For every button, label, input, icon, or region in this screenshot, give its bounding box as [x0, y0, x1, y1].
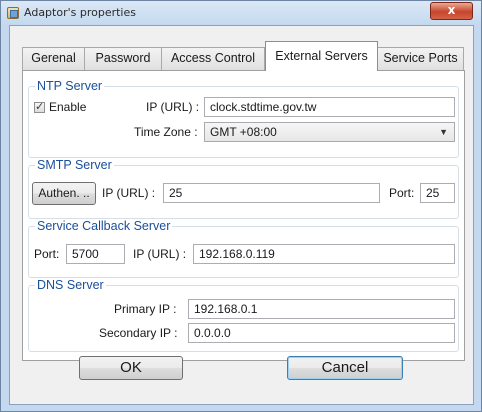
- smtp-port-label: Port:: [389, 186, 415, 200]
- tab-strip: Gerenal Password Access Control External…: [22, 41, 464, 71]
- callback-port-label: Port:: [34, 247, 60, 261]
- ntp-ip-input[interactable]: clock.stdtime.gov.tw: [204, 97, 455, 117]
- enable-checkbox[interactable]: ✓: [34, 100, 45, 113]
- authen-button[interactable]: Authen. ..: [32, 182, 96, 205]
- title-bar[interactable]: Adaptor's properties x: [1, 1, 481, 25]
- window-title: Adaptor's properties: [24, 6, 136, 19]
- tab-service-ports[interactable]: Service Ports: [377, 47, 464, 70]
- callback-server-group: Service Callback Server Port: 5700 IP (U…: [28, 219, 459, 278]
- smtp-server-title: SMTP Server: [35, 158, 114, 172]
- dns-server-title: DNS Server: [35, 278, 106, 292]
- tab-panel-external-servers: NTP Server ✓ Enable IP (URL) : clock.std…: [22, 70, 465, 361]
- ntp-server-title: NTP Server: [35, 79, 105, 93]
- secondary-ip-input[interactable]: 0.0.0.0: [188, 323, 455, 343]
- secondary-ip-label: Secondary IP :: [99, 326, 178, 340]
- tab-external-servers[interactable]: External Servers: [265, 41, 378, 71]
- smtp-ip-input[interactable]: 25: [163, 183, 380, 203]
- app-icon: [7, 7, 19, 19]
- timezone-value: GMT +08:00: [210, 125, 277, 139]
- dialog-body: Gerenal Password Access Control External…: [9, 25, 474, 405]
- tab-access-control[interactable]: Access Control: [161, 47, 265, 70]
- cancel-button[interactable]: Cancel: [287, 356, 403, 380]
- smtp-port-input[interactable]: 25: [420, 183, 455, 203]
- primary-ip-input[interactable]: 192.168.0.1: [188, 299, 455, 319]
- dns-server-group: DNS Server Primary IP : 192.168.0.1 Seco…: [28, 278, 459, 352]
- smtp-server-group: SMTP Server Authen. .. IP (URL) : 25 Por…: [28, 158, 459, 219]
- ntp-ip-label: IP (URL) :: [146, 100, 200, 114]
- close-button[interactable]: x: [430, 2, 473, 20]
- dialog-window: Adaptor's properties x Gerenal Password …: [0, 0, 482, 412]
- callback-ip-label: IP (URL) :: [133, 247, 187, 261]
- callback-ip-input[interactable]: 192.168.0.119: [193, 244, 455, 264]
- checkmark-icon: ✓: [35, 100, 45, 113]
- ntp-server-group: NTP Server ✓ Enable IP (URL) : clock.std…: [28, 79, 459, 158]
- callback-port-input[interactable]: 5700: [66, 244, 125, 264]
- callback-server-title: Service Callback Server: [35, 219, 173, 233]
- primary-ip-label: Primary IP :: [114, 302, 177, 316]
- timezone-select[interactable]: GMT +08:00 ▼: [204, 122, 455, 142]
- ok-button[interactable]: OK: [79, 356, 183, 380]
- timezone-label: Time Zone :: [134, 125, 198, 139]
- dropdown-arrow-icon: ▼: [439, 127, 448, 137]
- smtp-ip-label: IP (URL) :: [102, 186, 156, 200]
- enable-label: Enable: [49, 100, 87, 114]
- tab-password[interactable]: Password: [84, 47, 162, 70]
- tab-general[interactable]: Gerenal: [22, 47, 85, 70]
